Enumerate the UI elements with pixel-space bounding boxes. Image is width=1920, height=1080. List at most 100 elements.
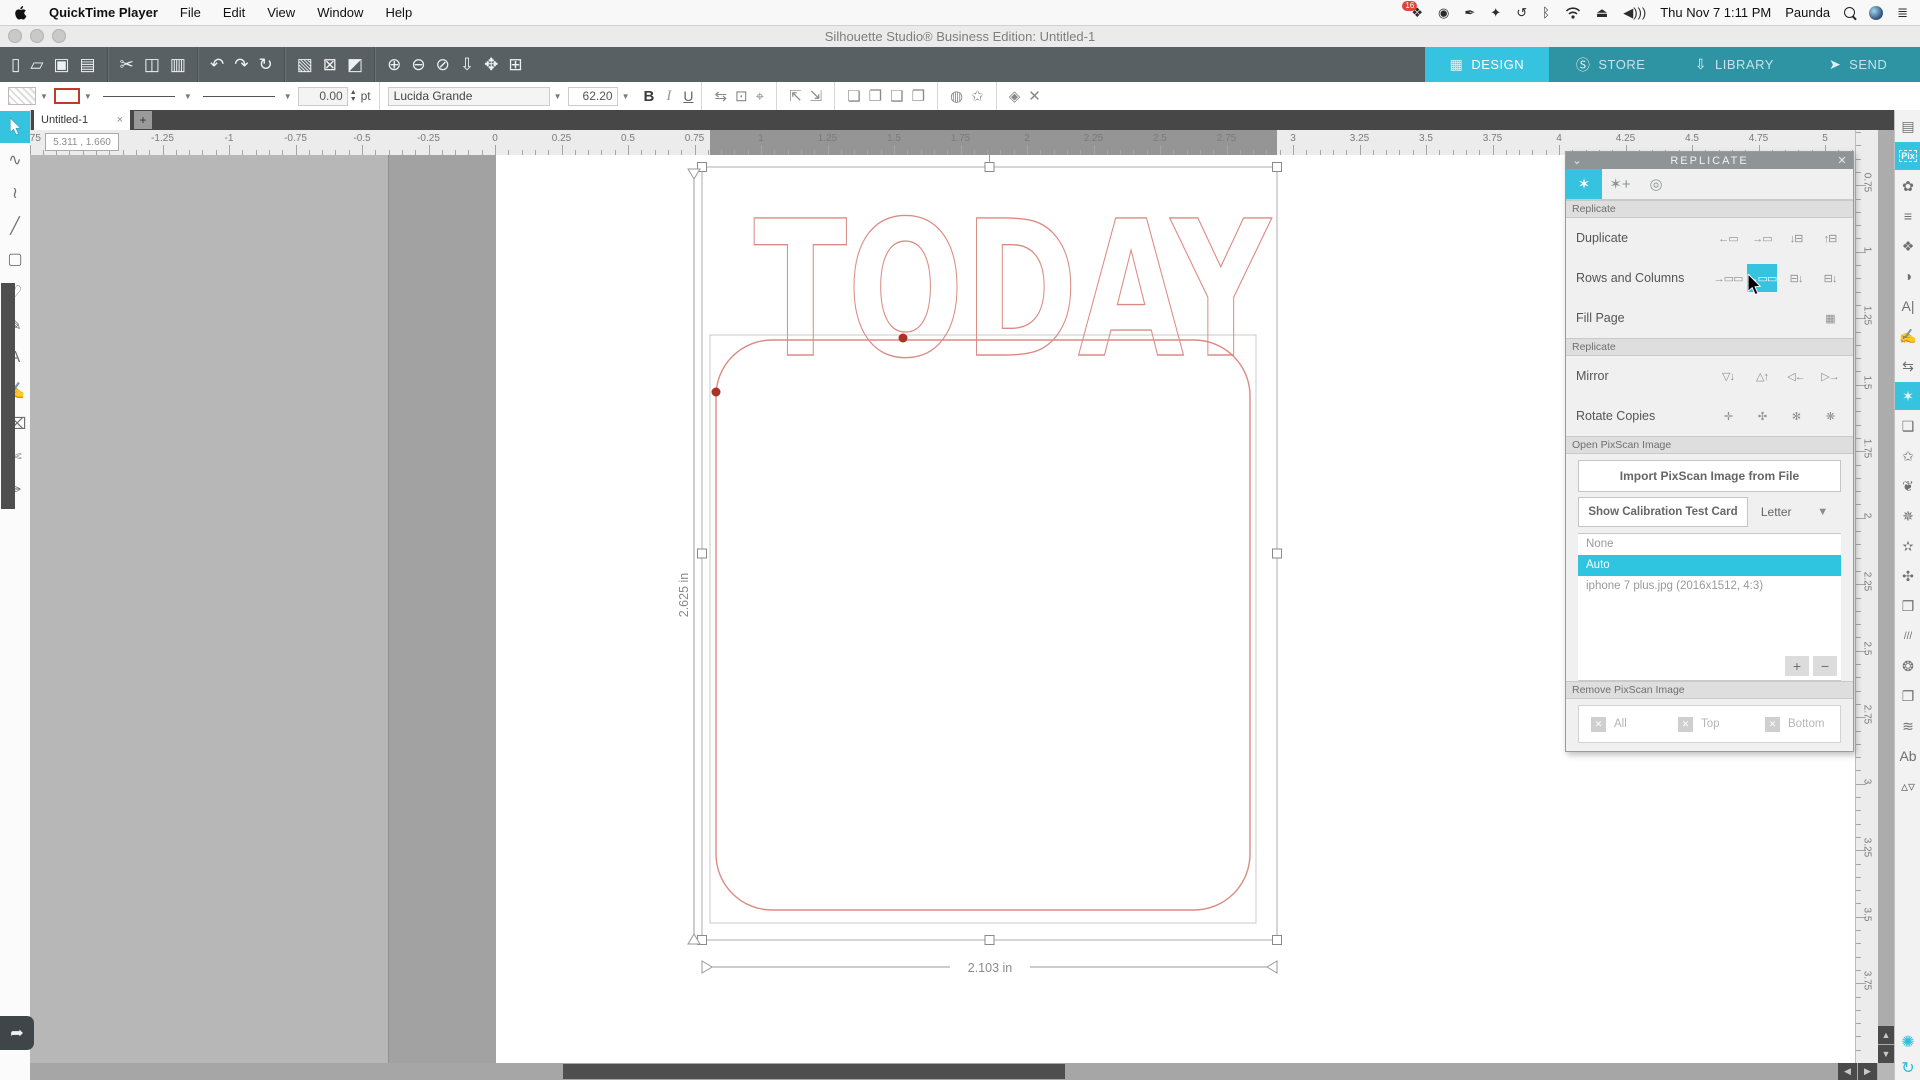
scale-up-icon[interactable]: ⇱ [789,87,802,105]
menu-item-view[interactable]: View [256,0,306,25]
send-backward-icon[interactable]: ❒ [912,87,925,105]
send-to-back-icon[interactable]: ❐ [869,87,882,105]
3d-globe-icon[interactable]: ❂ [1895,652,1920,680]
duplicate-right-button[interactable]: →▭ [1747,224,1777,252]
3d-view-icon[interactable]: ◈ [1009,87,1021,105]
stroke-width-input[interactable]: 0.00 [298,87,348,106]
import-pixscan-button[interactable]: Import PixScan Image from File [1578,460,1841,492]
select-all-icon[interactable]: ▧ [297,47,313,82]
font-size-dropdown-arrow[interactable]: ▼ [622,92,630,101]
notification-center-icon[interactable]: ≣ [1897,0,1908,25]
paste-icon[interactable]: ▥ [170,47,186,82]
remove-image-button[interactable]: − [1813,656,1837,676]
vertical-scrollbar-thumb[interactable] [1,283,15,509]
menu-clock[interactable]: Thu Nov 7 1:11 PM [1660,5,1771,20]
cut-icon[interactable]: ✂ [120,47,134,82]
window-title-bar[interactable]: Silhouette Studio® Business Edition: Unt… [0,25,1920,48]
bluetooth-icon[interactable]: ᛒ [1542,0,1550,25]
rotate-five-button[interactable]: ✻ [1781,402,1811,430]
modify-icon[interactable]: ❑ [1895,412,1920,440]
zoom-selection-icon[interactable]: ⊞ [508,47,522,82]
zoom-drag-icon[interactable]: ⊘ [436,47,450,82]
volume-icon[interactable]: ◀))) [1623,0,1646,25]
fill-pattern-icon[interactable]: ❖ [1895,232,1920,260]
mirror-below-button[interactable]: ▽↓ [1713,362,1743,390]
remove-top-button[interactable]: ✕Top [1666,717,1753,732]
menu-item-help[interactable]: Help [374,0,423,25]
pan-icon[interactable]: ✥ [484,47,498,82]
anchor-point[interactable] [899,334,908,343]
sketch-icon[interactable]: ✍ [1895,322,1920,350]
replicate-icon[interactable]: ✶ [1895,382,1920,410]
menu-item-window[interactable]: Window [306,0,374,25]
open-file-icon[interactable]: ▱ [30,47,43,82]
rotate-many-button[interactable]: ❋ [1815,402,1845,430]
rounded-rectangle-shape[interactable] [716,340,1250,910]
close-document-tab-icon[interactable]: × [117,114,123,126]
line-color-swatch[interactable] [54,88,80,104]
panel-tab-rotate[interactable]: ◎ [1638,169,1674,199]
save-icon[interactable]: ▣ [53,47,69,82]
zoom-out-icon[interactable]: ⊖ [411,47,425,82]
wifi-icon[interactable] [1565,0,1581,25]
redo-icon[interactable]: ↷ [234,47,248,82]
char-spacing-icon[interactable]: ⇆ [714,87,727,105]
fit-to-window-icon[interactable]: ⇩ [460,47,474,82]
pixscan-list-item[interactable]: iphone 7 plus.jpg (2016x1512, 4:3) [1578,576,1841,597]
duplicate-left-button[interactable]: ←▭ [1713,224,1743,252]
fill-dropdown-arrow[interactable]: ▼ [40,92,48,101]
copy-icon[interactable]: ◫ [144,47,160,82]
center-on-page-icon[interactable]: ⊡ [735,87,748,105]
document-tab[interactable]: Untitled-1 × [34,110,130,130]
line-style-icon[interactable]: ≡ [1895,202,1920,230]
offset-icon[interactable]: ✩ [1895,442,1920,470]
library-shortcut-button[interactable]: ➦ [0,1016,34,1050]
fill-swatch[interactable] [8,87,36,105]
eject-icon[interactable]: ⏏ [1596,0,1608,25]
new-document-icon[interactable]: ▯ [11,47,20,82]
remove-bottom-button[interactable]: ✕Bottom [1753,717,1840,732]
scroll-up-button[interactable]: ▲ [1878,1026,1894,1044]
font-family-select[interactable]: Lucida Grande [388,87,550,106]
column-of-three-button[interactable]: ⊟↓ [1781,264,1811,292]
stamp-icon[interactable]: ❦ [1895,472,1920,500]
refresh-icon[interactable]: ↻ [1895,1054,1920,1080]
stroke-width-stepper[interactable]: ▲▼ [350,89,357,103]
time-machine-icon[interactable]: ↺ [1516,0,1527,25]
font-size-input[interactable]: 62.20 [568,87,618,106]
vertical-scrollbar[interactable] [1878,130,1894,1063]
pixscan-image-list[interactable]: NoneAutoiphone 7 plus.jpg (2016x1512, 4:… [1578,533,1841,681]
bring-forward-icon[interactable]: ❑ [890,87,903,105]
menu-item-edit[interactable]: Edit [212,0,256,25]
rhinestone-icon[interactable]: ✵ [1895,502,1920,530]
page-setup-icon[interactable]: ▤ [1895,112,1920,140]
mirror-left-button[interactable]: ◁← [1781,362,1811,390]
line-weight-select[interactable] [198,88,280,104]
flip-page-icon[interactable]: ❐ [1895,682,1920,710]
print-icon[interactable]: ▤ [80,47,96,82]
glyphs-icon[interactable]: Ab [1895,742,1920,770]
pixscan-list-item[interactable]: None [1578,534,1841,555]
tab-library[interactable]: ⇩LIBRARY [1673,47,1797,82]
collapse-panel-icon[interactable]: ⌄ [1566,154,1588,167]
app-updates-icon[interactable]: ❖16 [1411,0,1423,25]
scroll-right-button[interactable]: ▶ [1858,1063,1877,1080]
menu-item-app[interactable]: QuickTime Player [38,0,169,25]
paper-size-select[interactable]: Letter ▼ [1748,505,1841,519]
fill-page-button[interactable]: ▦ [1815,304,1845,332]
delete-icon[interactable]: ✕ [1028,87,1041,105]
line-weight-dropdown-arrow[interactable]: ▼ [284,92,292,101]
tab-send[interactable]: ➤SEND [1796,47,1920,82]
canvas-text-today[interactable]: TODAY [754,181,1272,400]
horizontal-scrollbar-thumb[interactable] [563,1064,1065,1079]
duplicate-above-button[interactable]: ↑⊟ [1815,224,1845,252]
image-effects-icon[interactable]: ◑ [1895,262,1920,290]
move-point-icon[interactable]: ⌖ [756,88,764,105]
weld-icon[interactable]: ◍ [950,87,963,105]
undo-icon[interactable]: ↶ [210,47,224,82]
rounded-rectangle-tool[interactable]: ▢ [0,243,30,275]
zoom-in-icon[interactable]: ⊕ [387,47,401,82]
paper-size-dropdown-arrow[interactable]: ▼ [1817,506,1828,518]
mirror-above-button[interactable]: △↑ [1747,362,1777,390]
star-points-icon[interactable]: ✫ [1895,532,1920,560]
